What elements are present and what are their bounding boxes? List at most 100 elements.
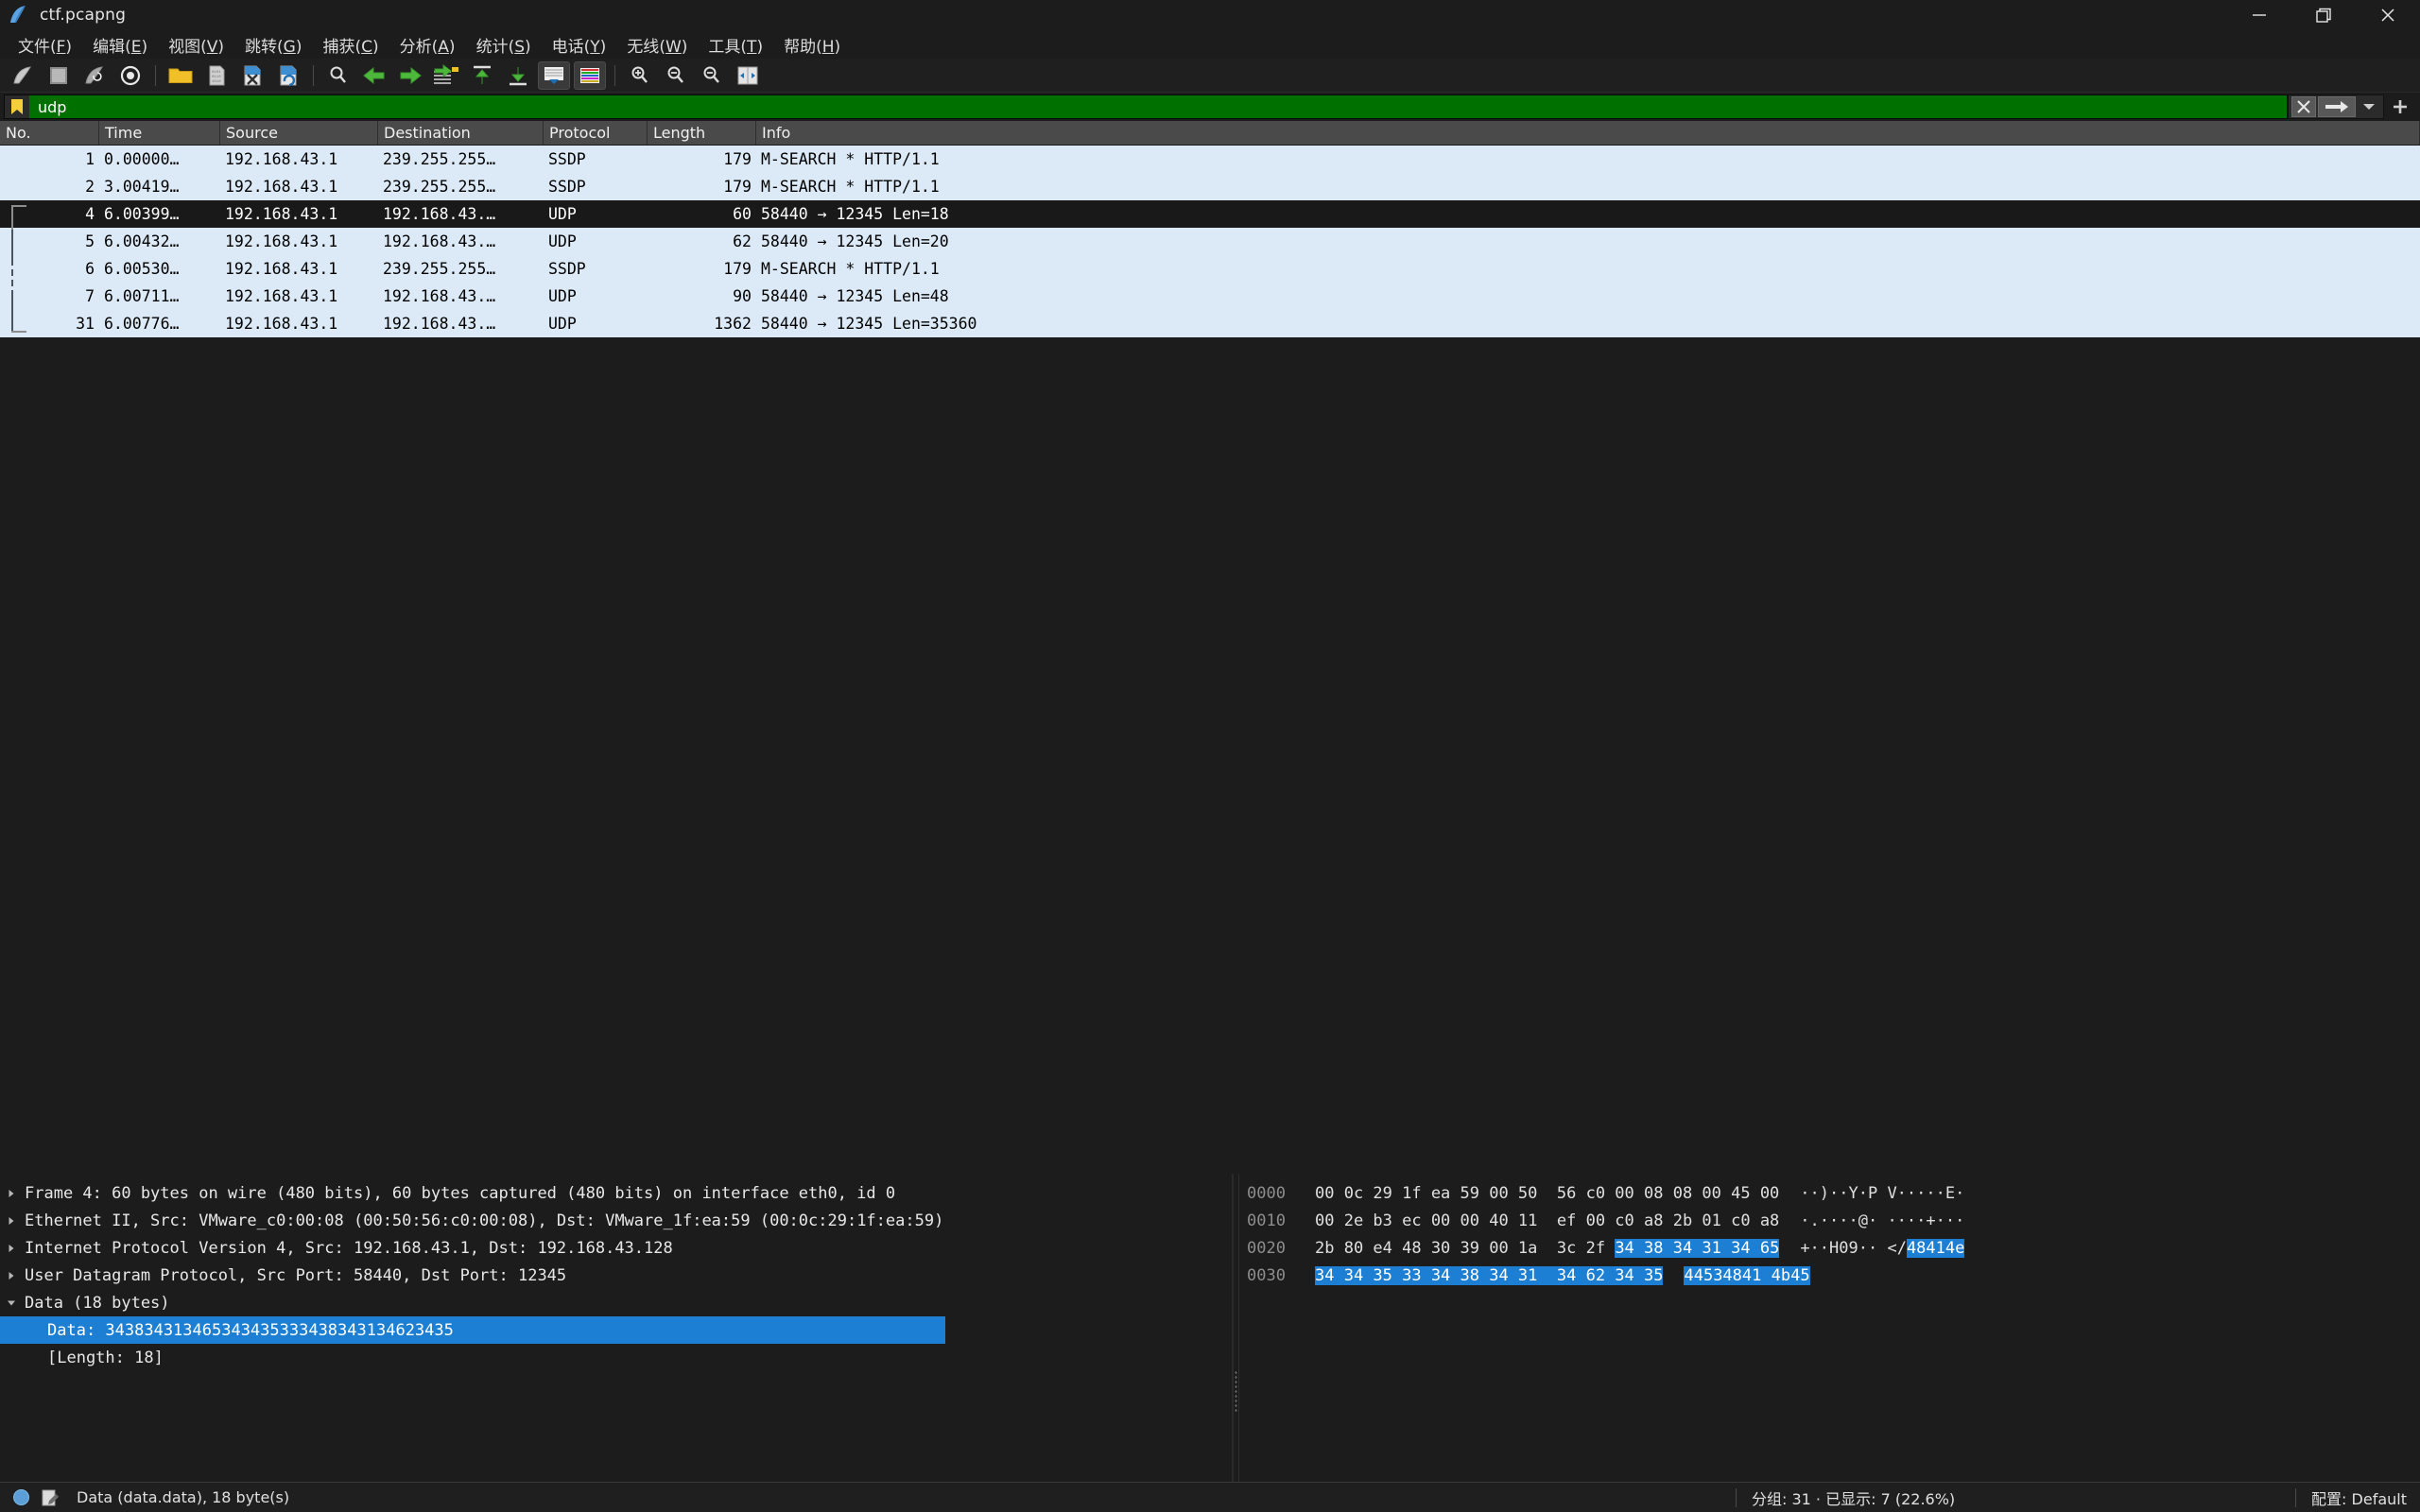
chevron-right-icon[interactable] (0, 1188, 23, 1199)
detail-row-length[interactable]: [Length: 18] (0, 1344, 1234, 1371)
zoom-reset-icon[interactable] (694, 60, 730, 91)
detail-row-udp[interactable]: User Datagram Protocol, Src Port: 58440,… (0, 1262, 1234, 1289)
menu-file-label: 文件 (18, 37, 50, 57)
menu-statistics[interactable]: 统计(S) (466, 30, 542, 60)
go-to-packet-icon[interactable] (428, 60, 464, 91)
status-profile-info[interactable]: 配置: Default (2311, 1486, 2407, 1509)
menu-analyze[interactable]: 分析(A) (389, 30, 466, 60)
hex-group: 3c 2f (1556, 1238, 1616, 1258)
packet-bytes-pane[interactable]: 0000 00 0c 29 1f ea 59 00 50 56 c0 00 08… (1238, 1174, 2420, 1512)
colorize-icon[interactable] (574, 60, 606, 90)
menu-tools[interactable]: 工具(T) (698, 30, 773, 60)
column-header-no[interactable]: No. (0, 121, 99, 145)
packet-list[interactable]: No. Time Source Destination Protocol Len… (0, 121, 2420, 1174)
packet-detail-pane[interactable]: Frame 4: 60 bytes on wire (480 bits), 60… (0, 1174, 1234, 1512)
status-left: Data (data.data), 18 byte(s) (0, 1488, 289, 1507)
minimize-button[interactable] (2227, 0, 2291, 30)
auto-scroll-icon[interactable] (538, 60, 570, 90)
display-filter-bar: udp (0, 93, 2420, 121)
table-row[interactable]: 31 6.00776… 192.168.43.1 192.168.43.… UD… (0, 310, 2420, 337)
column-header-protocol[interactable]: Protocol (544, 121, 648, 145)
cell-destination: 192.168.43.… (383, 205, 496, 223)
hex-row[interactable]: 0000 00 0c 29 1f ea 59 00 50 56 c0 00 08… (1239, 1179, 2420, 1207)
detail-row-data-value[interactable]: Data: 3438343134653434353334383431346234… (0, 1316, 945, 1344)
menu-wireless[interactable]: 无线(W) (616, 30, 698, 60)
filter-text-value[interactable]: udp (29, 98, 66, 116)
ascii-group-highlighted: 44534841 (1684, 1265, 1762, 1285)
open-file-icon[interactable] (163, 60, 199, 91)
hex-ascii: ··)··Y·P V·····E· (1800, 1184, 1964, 1203)
add-filter-button-icon[interactable] (2384, 97, 2416, 116)
close-file-icon[interactable] (234, 60, 270, 91)
hex-row[interactable]: 0010 00 2e b3 ec 00 00 40 11 ef 00 c0 a8… (1239, 1207, 2420, 1234)
go-to-first-icon[interactable] (464, 60, 500, 91)
menu-help[interactable]: 帮助(H) (773, 30, 851, 60)
packet-list-empty-area[interactable] (0, 337, 2420, 1174)
restart-capture-icon[interactable] (77, 60, 112, 91)
expert-info-dot-icon[interactable] (13, 1489, 29, 1505)
menu-tools-mnemonic: T (747, 37, 757, 57)
menu-capture[interactable]: 捕获(C) (312, 30, 389, 60)
column-header-length[interactable]: Length (648, 121, 756, 145)
go-forward-icon[interactable] (392, 60, 428, 91)
column-header-info[interactable]: Info (756, 121, 2420, 145)
menu-telephony[interactable]: 电话(Y) (542, 30, 617, 60)
chevron-right-icon[interactable] (0, 1270, 23, 1281)
detail-row-data[interactable]: Data (18 bytes) (0, 1289, 1234, 1316)
find-packet-icon[interactable] (320, 60, 356, 91)
capture-options-icon[interactable] (112, 60, 148, 91)
column-header-destination[interactable]: Destination (378, 121, 544, 145)
hex-group: 00 2e b3 ec 00 00 40 11 (1315, 1211, 1538, 1230)
table-row[interactable]: 2 3.00419… 192.168.43.1 239.255.255… SSD… (0, 173, 2420, 200)
table-row[interactable]: 7 6.00711… 192.168.43.1 192.168.43.… UDP… (0, 283, 2420, 310)
cell-source: 192.168.43.1 (225, 178, 338, 196)
close-button[interactable] (2356, 0, 2420, 30)
column-header-source[interactable]: Source (220, 121, 378, 145)
hex-row[interactable]: 0020 2b 80 e4 48 30 39 00 1a 3c 2f 34 38… (1239, 1234, 2420, 1262)
menu-help-mnemonic: H (821, 37, 835, 57)
hex-row[interactable]: 0030 34 34 35 33 34 38 34 31 34 62 34 35… (1239, 1262, 2420, 1289)
maximize-button[interactable] (2291, 0, 2356, 30)
bookmark-icon[interactable] (5, 95, 29, 118)
zoom-out-icon[interactable] (658, 60, 694, 91)
menu-edit[interactable]: 编辑(E) (82, 30, 158, 60)
edit-capture-comment-icon[interactable] (41, 1488, 60, 1507)
stop-capture-icon[interactable] (41, 60, 77, 91)
table-row[interactable]: 1 0.00000… 192.168.43.1 239.255.255… SSD… (0, 146, 2420, 173)
menu-view[interactable]: 视图(V) (158, 30, 234, 60)
cell-protocol: UDP (548, 315, 577, 333)
ascii-gap (1761, 1265, 1772, 1285)
menu-go[interactable]: 跳转(G) (234, 30, 312, 60)
save-file-icon[interactable]: 0101 0110 1010 (199, 60, 234, 91)
cell-protocol: UDP (548, 232, 577, 250)
chevron-down-icon[interactable] (0, 1297, 23, 1309)
table-row-selected[interactable]: 4 6.00399… 192.168.43.1 192.168.43.… UDP… (0, 200, 2420, 228)
table-row[interactable]: 5 6.00432… 192.168.43.1 192.168.43.… UDP… (0, 228, 2420, 255)
display-filter-input[interactable]: udp (4, 94, 2288, 119)
start-capture-icon[interactable] (5, 60, 41, 91)
status-packets-info: 分组: 31 · 已显示: 7 (22.6%) (1752, 1489, 1956, 1508)
chevron-right-icon[interactable] (0, 1215, 23, 1227)
chevron-down-icon[interactable] (2357, 96, 2381, 117)
chevron-right-icon[interactable] (0, 1243, 23, 1254)
reload-file-icon[interactable] (270, 60, 306, 91)
menu-go-label: 跳转 (245, 37, 278, 57)
clear-filter-icon[interactable] (2291, 96, 2316, 117)
detail-row-ipv4-label: Internet Protocol Version 4, Src: 192.16… (25, 1238, 673, 1258)
menu-file[interactable]: 文件(F) (8, 30, 82, 60)
go-back-icon[interactable] (356, 60, 392, 91)
table-row[interactable]: 6 6.00530… 192.168.43.1 239.255.255… SSD… (0, 255, 2420, 283)
go-to-last-icon[interactable] (500, 60, 536, 91)
menu-edit-mnemonic: E (130, 37, 142, 57)
detail-row-ipv4[interactable]: Internet Protocol Version 4, Src: 192.16… (0, 1234, 1234, 1262)
detail-row-ethernet[interactable]: Ethernet II, Src: VMware_c0:00:08 (00:50… (0, 1207, 1234, 1234)
zoom-in-icon[interactable] (622, 60, 658, 91)
detail-row-frame[interactable]: Frame 4: 60 bytes on wire (480 bits), 60… (0, 1179, 1234, 1207)
apply-filter-arrow-icon[interactable] (2318, 96, 2356, 117)
resize-columns-icon[interactable] (730, 60, 766, 91)
ascii-group-highlighted: 4b45 (1771, 1265, 1810, 1285)
hex-offset: 0010 (1247, 1211, 1286, 1230)
column-header-time[interactable]: Time (99, 121, 220, 145)
menu-help-label: 帮助 (784, 37, 817, 57)
cell-protocol: UDP (548, 287, 577, 305)
